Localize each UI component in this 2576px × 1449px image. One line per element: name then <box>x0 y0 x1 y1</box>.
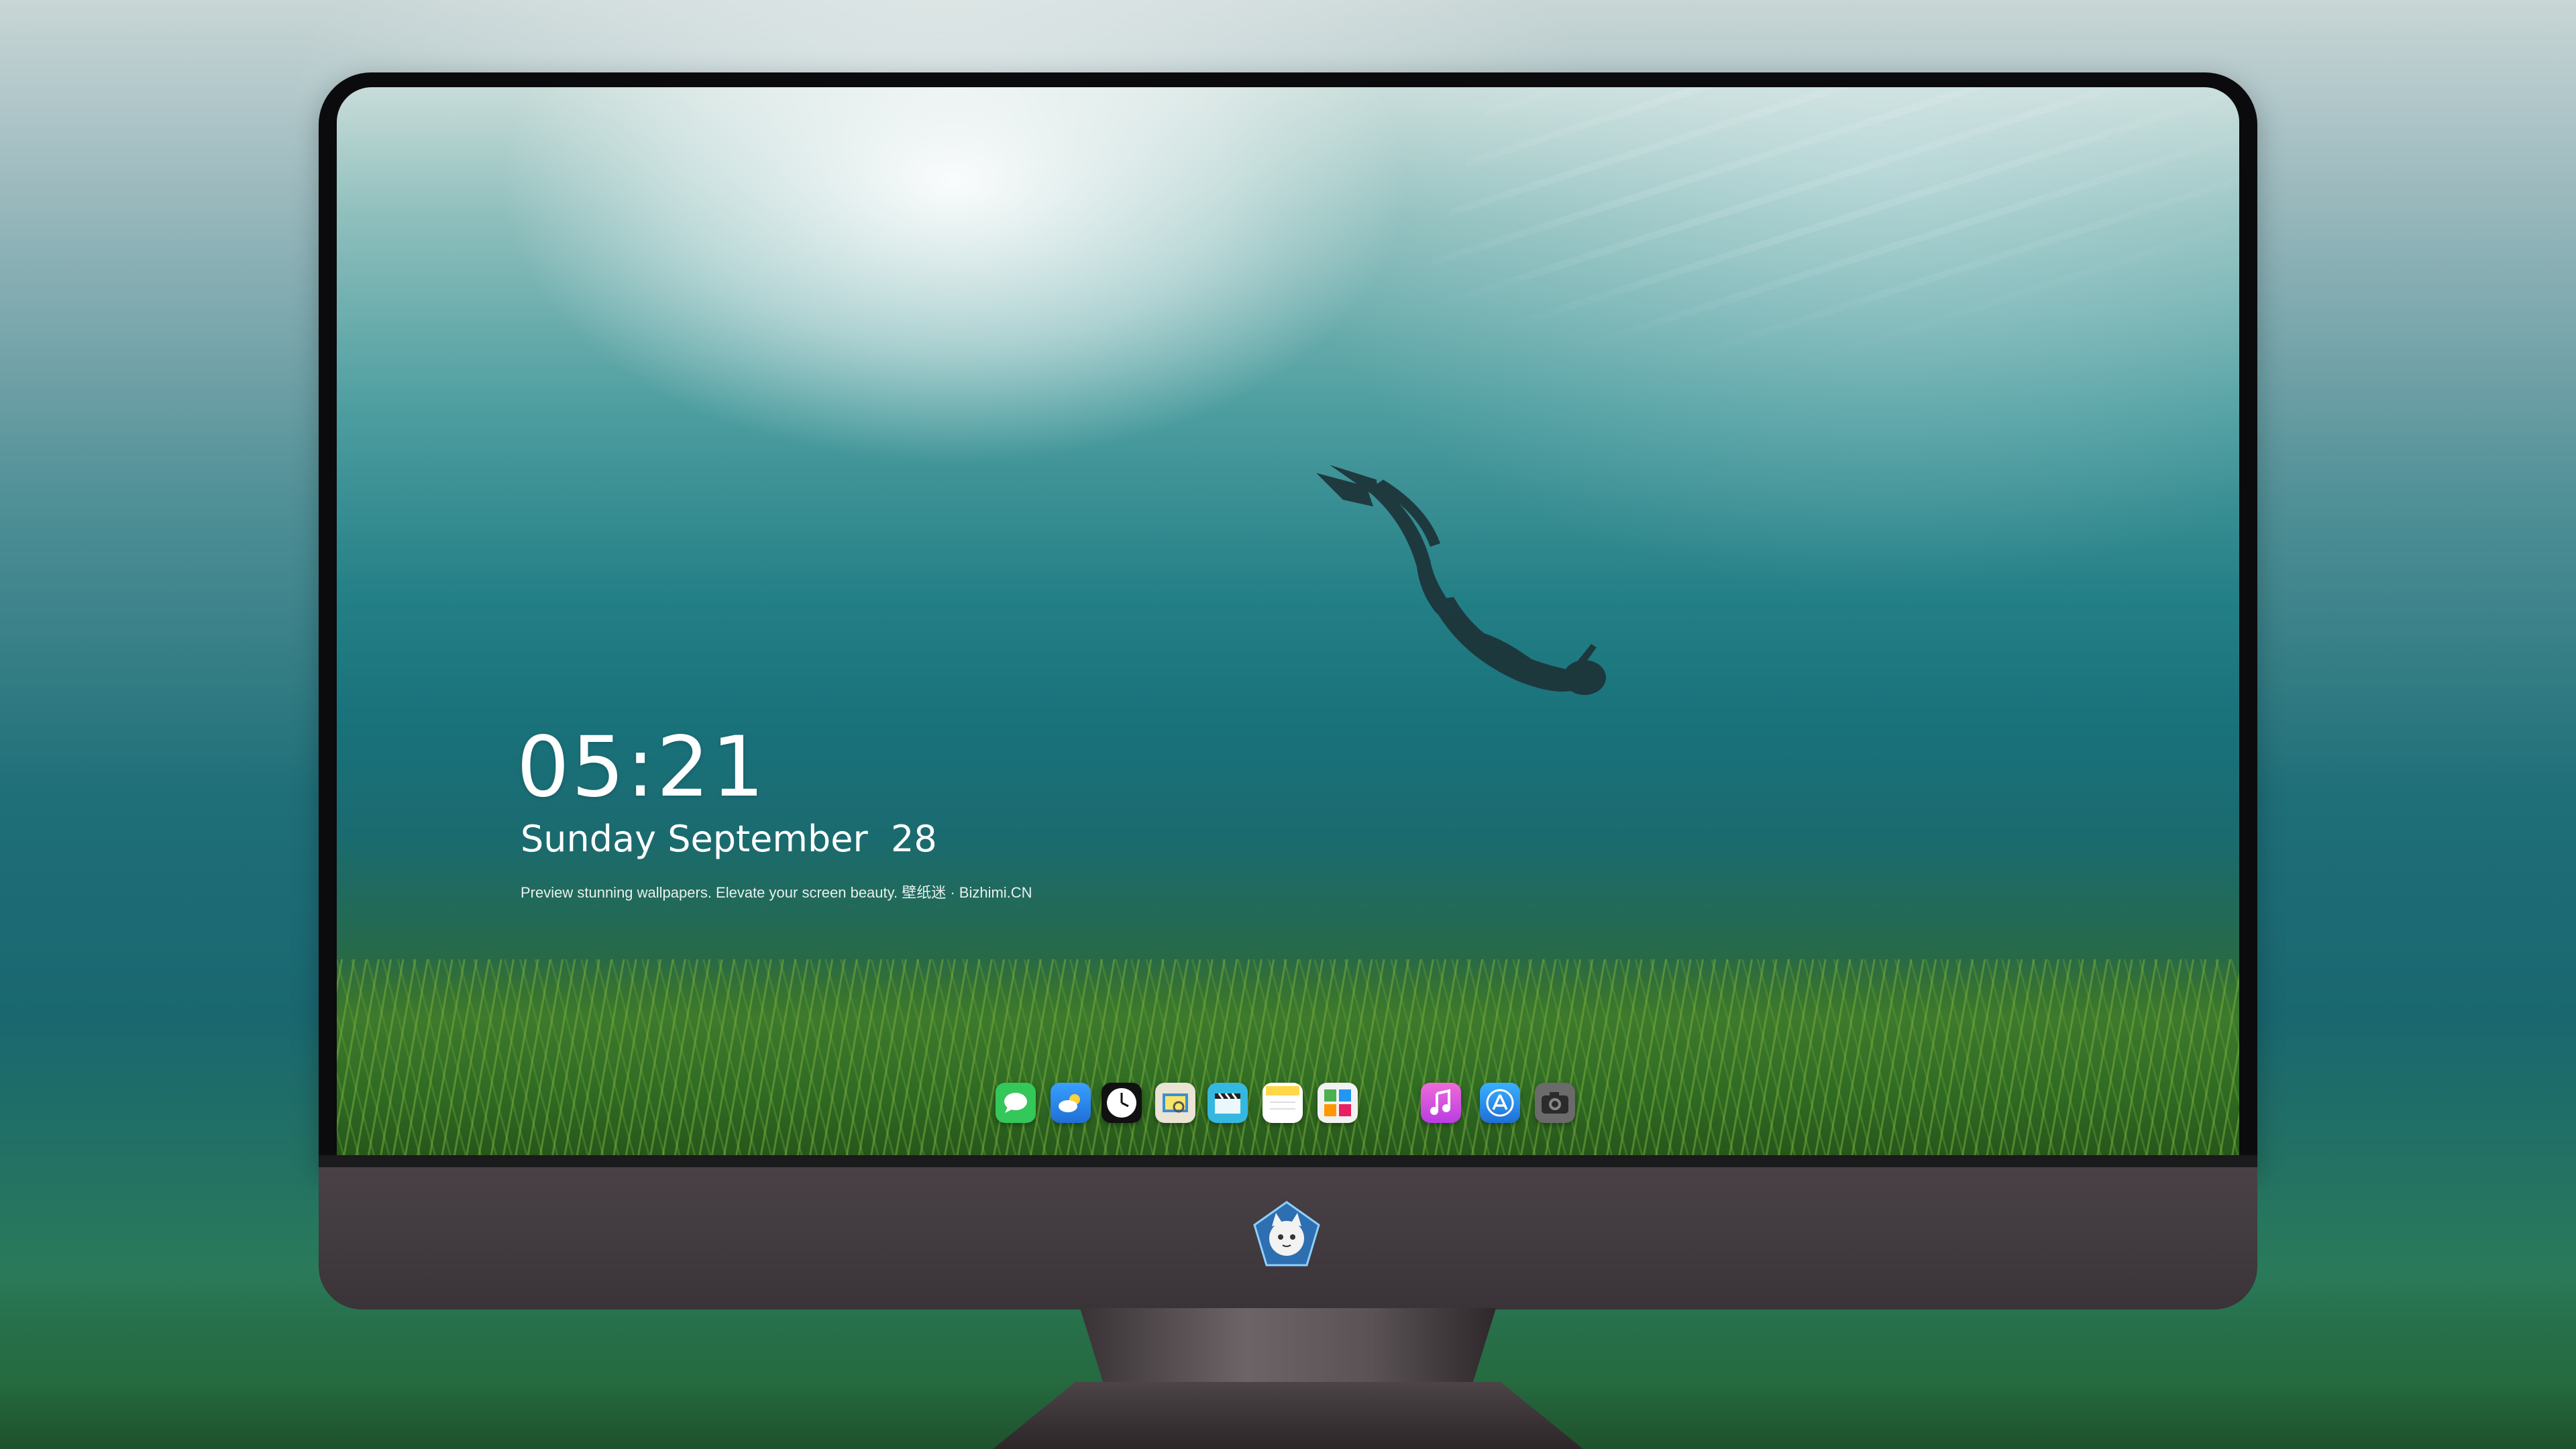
clock-icon[interactable] <box>1102 1083 1142 1123</box>
monitor-chin-divider <box>319 1155 2257 1167</box>
cat-mascot-logo <box>1253 1201 1320 1267</box>
desktop-screen[interactable]: 05:21 Sunday September 28 Preview stunni… <box>337 87 2239 1155</box>
lockscreen-time: 05:21 <box>517 719 767 816</box>
wallpaper-caption: Preview stunning wallpapers. Elevate you… <box>521 884 1032 901</box>
weather-icon[interactable] <box>1051 1083 1091 1123</box>
water-surface-ripples <box>1392 87 2239 369</box>
freediver-figure <box>1316 465 1606 695</box>
lockscreen-date: Sunday September 28 <box>521 818 937 860</box>
photo-editor-icon[interactable] <box>1318 1083 1358 1123</box>
clips-icon[interactable] <box>1208 1083 1248 1123</box>
monitor-stand-neck <box>1080 1308 1496 1389</box>
app-dock <box>982 1083 1599 1150</box>
monitor-stand-base <box>993 1382 1583 1449</box>
messages-icon[interactable] <box>996 1083 1036 1123</box>
app-store-icon[interactable] <box>1480 1083 1520 1123</box>
itunes-icon[interactable] <box>1421 1083 1461 1123</box>
notes-icon[interactable] <box>1263 1083 1303 1123</box>
preview-icon[interactable] <box>1155 1083 1195 1123</box>
camera-icon[interactable] <box>1535 1083 1575 1123</box>
